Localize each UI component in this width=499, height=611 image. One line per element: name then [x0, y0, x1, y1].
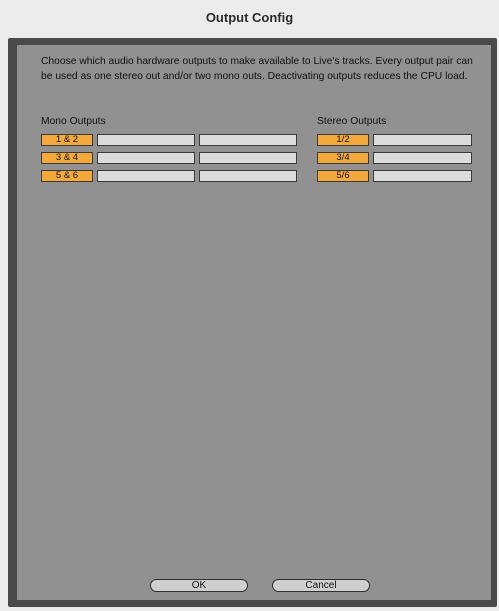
stereo-output-row: 3/4 — [317, 152, 472, 164]
stereo-output-5-6-slot[interactable] — [373, 170, 472, 182]
title-bar: Output Config — [0, 0, 499, 34]
stereo-output-row: 1/2 — [317, 134, 472, 146]
stereo-output-3-4-slot[interactable] — [373, 152, 472, 164]
mono-outputs-heading: Mono Outputs — [41, 116, 106, 127]
mono-output-6-slot[interactable] — [199, 170, 297, 182]
ok-button[interactable]: OK — [150, 579, 248, 592]
stereo-output-row: 5/6 — [317, 170, 472, 182]
stereo-output-5-6-button[interactable]: 5/6 — [317, 170, 369, 182]
mono-output-row: 5 & 6 — [41, 170, 297, 182]
mono-output-2-slot[interactable] — [199, 134, 297, 146]
stereo-output-1-2-slot[interactable] — [373, 134, 472, 146]
mono-output-row: 1 & 2 — [41, 134, 297, 146]
stereo-output-1-2-button[interactable]: 1/2 — [317, 134, 369, 146]
mono-output-5-6-button[interactable]: 5 & 6 — [41, 170, 93, 182]
dialog-panel — [17, 45, 491, 600]
output-config-window: Output Config Choose which audio hardwar… — [0, 0, 499, 611]
mono-output-5-slot[interactable] — [97, 170, 195, 182]
mono-output-1-2-button[interactable]: 1 & 2 — [41, 134, 93, 146]
cancel-button[interactable]: Cancel — [272, 579, 370, 592]
stereo-output-3-4-button[interactable]: 3/4 — [317, 152, 369, 164]
mono-output-1-slot[interactable] — [97, 134, 195, 146]
mono-output-3-4-button[interactable]: 3 & 4 — [41, 152, 93, 164]
mono-output-3-slot[interactable] — [97, 152, 195, 164]
description-text: Choose which audio hardware outputs to m… — [41, 56, 473, 82]
mono-output-4-slot[interactable] — [199, 152, 297, 164]
mono-output-row: 3 & 4 — [41, 152, 297, 164]
window-title: Output Config — [205, 9, 294, 25]
stereo-outputs-heading: Stereo Outputs — [317, 116, 387, 127]
